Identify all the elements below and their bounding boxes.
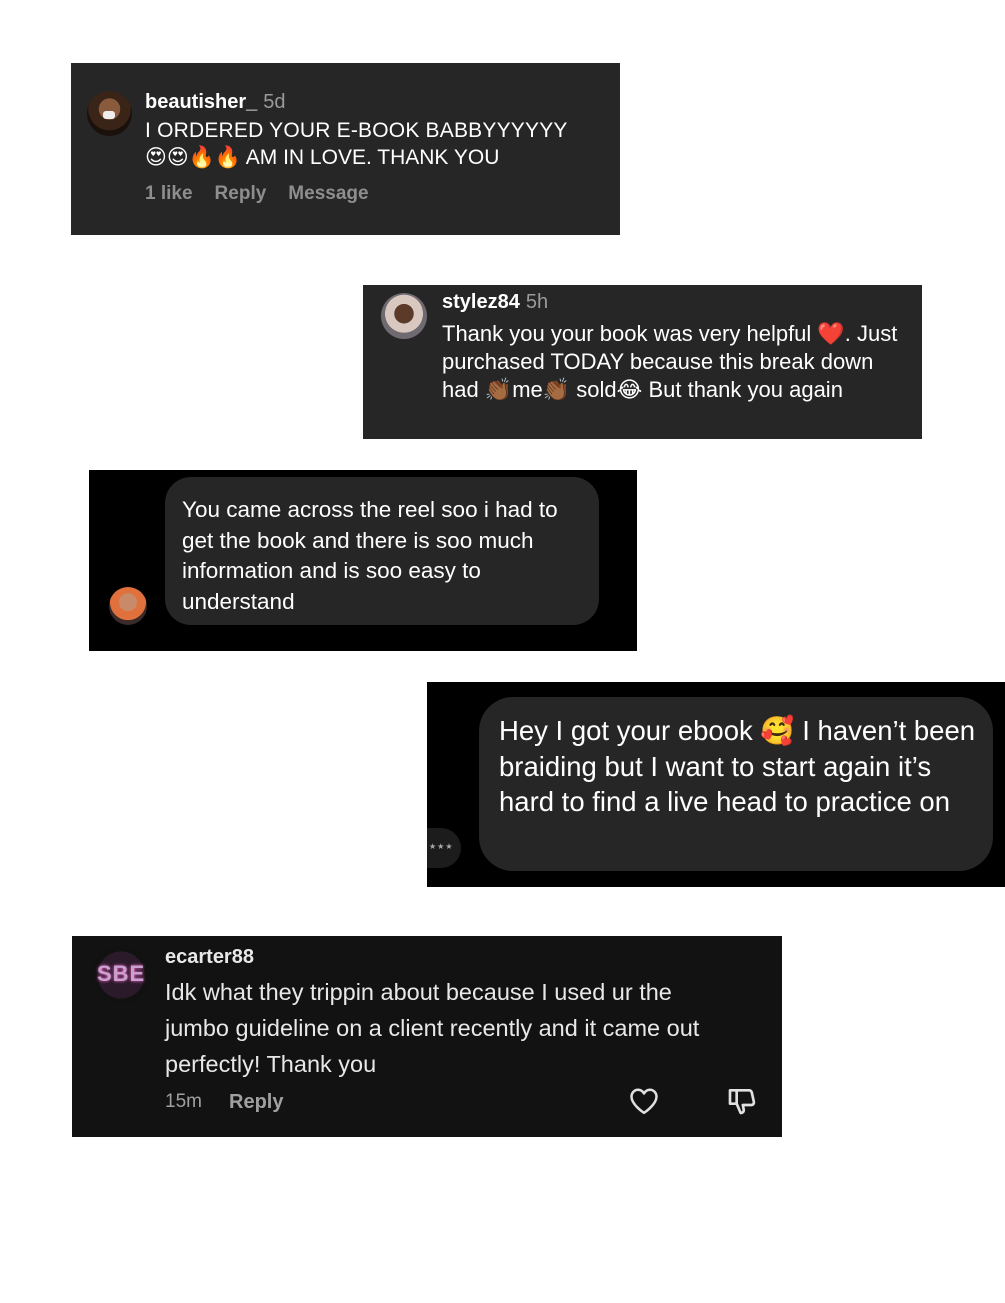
avatar[interactable] xyxy=(109,587,147,625)
comment-text-line2: 😍😍🔥🔥 AM IN LOVE. THANK YOU xyxy=(145,146,500,169)
timestamp: 5h xyxy=(525,291,549,313)
username[interactable]: beautisher_ xyxy=(145,91,257,113)
reply-button[interactable]: Reply xyxy=(229,1091,283,1114)
like-count[interactable]: 1 like xyxy=(145,183,193,204)
message-bubble: Hey I got your ebook 🥰 I haven’t been br… xyxy=(479,697,993,871)
comment-text: Thank you your book was very helpful ❤️.… xyxy=(442,321,898,402)
message-card-1: You came across the reel soo i had to ge… xyxy=(89,470,637,651)
heart-icon[interactable] xyxy=(629,1087,659,1115)
reply-button[interactable]: Reply xyxy=(215,183,267,204)
message-button[interactable]: Message xyxy=(288,183,368,204)
timestamp: 15m xyxy=(165,1091,202,1112)
comment-text: I ORDERED YOUR E-BOOK BABBYYYYYY xyxy=(145,119,568,142)
comment-card-ecarter88: SBE ecarter88 Idk what they trippin abou… xyxy=(72,936,782,1137)
comment-card-stylez84: stylez84 5h Thank you your book was very … xyxy=(363,285,922,439)
message-text: Hey I got your ebook 🥰 I haven’t been br… xyxy=(499,715,976,817)
avatar[interactable]: SBE xyxy=(91,945,151,1005)
avatar[interactable] xyxy=(87,91,132,136)
comment-card-beautisher: beautisher_ 5d I ORDERED YOUR E-BOOK BABB… xyxy=(71,63,620,235)
comment-text: Idk what they trippin about because I us… xyxy=(165,979,700,1077)
message-bubble: You came across the reel soo i had to ge… xyxy=(165,477,599,625)
avatar[interactable]: ★★★ xyxy=(427,828,461,868)
message-text: You came across the reel soo i had to ge… xyxy=(182,497,558,614)
username[interactable]: stylez84 xyxy=(442,291,520,313)
username[interactable]: ecarter88 xyxy=(165,946,254,969)
message-card-2: ★★★ Hey I got your ebook 🥰 I haven’t bee… xyxy=(427,682,1005,887)
timestamp: 5d xyxy=(263,91,286,113)
dislike-icon[interactable] xyxy=(726,1085,758,1117)
avatar[interactable] xyxy=(381,293,427,339)
